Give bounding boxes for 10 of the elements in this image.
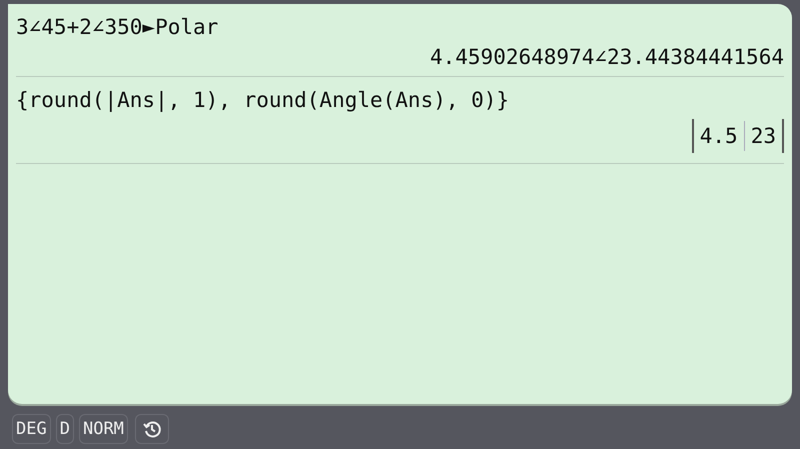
mode-button[interactable]: DEG [12,414,51,444]
result-value: 4.45902648974∠23.44384441564 [430,44,784,71]
history-icon [142,419,162,439]
mode-button[interactable]: D [56,414,74,444]
input-expression: {round(|Ans|, 1), round(Angle(Ans), 0)} [16,87,510,114]
matrix-cell-text: 4.5 [698,123,739,150]
mode-button[interactable]: NORM [78,414,128,444]
history-button[interactable] [134,414,169,444]
input-expression: 3∠45+2∠350►Polar [16,14,220,41]
matrix-cell: 23 [744,121,782,151]
